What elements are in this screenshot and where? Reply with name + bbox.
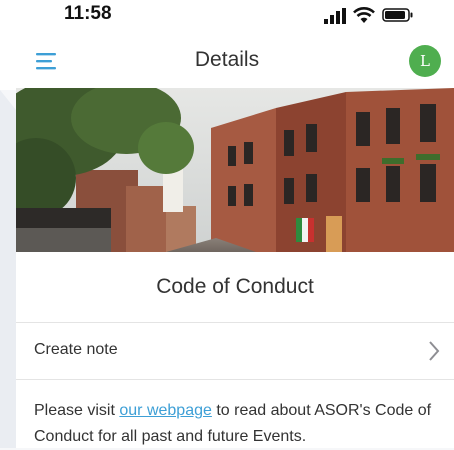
status-bar: 11:58 (0, 0, 454, 30)
top-navigation-bar: Details L (0, 30, 454, 90)
status-icons (324, 6, 434, 24)
section-title: Code of Conduct (16, 252, 454, 323)
chevron-right-icon (429, 341, 440, 361)
user-avatar[interactable]: L (409, 45, 441, 77)
webpage-link[interactable]: our webpage (119, 402, 212, 419)
create-note-label: Create note (34, 341, 118, 358)
cellular-signal-icon (324, 8, 346, 24)
description-text: Please visit our webpage to read about A… (34, 398, 444, 450)
status-time: 11:58 (64, 3, 112, 24)
battery-icon (382, 8, 413, 22)
page-title: Details (194, 48, 260, 71)
description-prefix: Please visit (34, 402, 120, 419)
street-photo-image (16, 88, 454, 252)
detail-card: Code of Conduct Create note Please visit… (16, 88, 454, 448)
wifi-icon (353, 7, 375, 23)
create-note-row[interactable]: Create note (16, 323, 454, 380)
